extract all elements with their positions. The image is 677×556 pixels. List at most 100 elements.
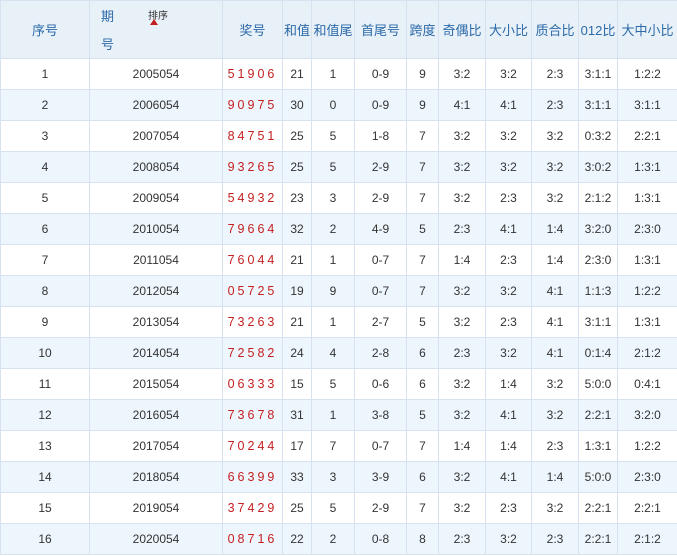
cell-head-tail: 0-7 [354,430,407,462]
cell-big-mid-small: 1:2:2 [617,58,677,90]
cell-big-mid-small: 1:3:1 [617,151,677,183]
cell-big-mid-small: 1:3:1 [617,182,677,214]
cell-prime-composite: 3:2 [531,368,579,400]
table-row: 16 2020054 08716 22 2 0-8 8 2:3 3:2 2:3 2:2:1 2:1:2 [0,523,677,555]
cell-odd-even: 1:4 [438,244,486,276]
cell-award-number: 06333 [222,368,283,400]
cell-odd-even: 4:1 [438,89,486,121]
cell-sum: 31 [282,399,312,431]
cell-sum: 21 [282,244,312,276]
cell-sum-tail: 2 [311,523,355,555]
cell-span: 9 [406,58,439,90]
cell-prime-composite: 2:3 [531,523,579,555]
table-row: 2 2006054 90975 30 0 0-9 9 4:1 4:1 2:3 3:1:1 3:1:1 [0,89,677,121]
cell-sum: 25 [282,120,312,152]
cell-sum-tail: 4 [311,337,355,369]
cell-award-number: 73678 [222,399,283,431]
cell-sum-tail: 7 [311,430,355,462]
cell-odd-even: 3:2 [438,182,486,214]
cell-award-number: 76044 [222,244,283,276]
cell-head-tail: 1-8 [354,120,407,152]
cell-prime-composite: 3:2 [531,182,579,214]
header-span: 跨度 [406,0,439,59]
cell-sum: 19 [282,275,312,307]
cell-period: 2009054 [89,182,223,214]
cell-head-tail: 2-8 [354,337,407,369]
cell-ratio-012: 0:1:4 [578,337,618,369]
cell-prime-composite: 3:2 [531,492,579,524]
cell-big-small: 1:4 [485,368,532,400]
cell-ratio-012: 1:3:1 [578,430,618,462]
cell-head-tail: 0-7 [354,275,407,307]
cell-odd-even: 3:2 [438,368,486,400]
cell-period: 2018054 [89,461,223,493]
cell-big-small: 3:2 [485,337,532,369]
cell-span: 8 [406,523,439,555]
cell-big-mid-small: 1:2:2 [617,275,677,307]
header-ratio-012: 012比 [578,0,618,59]
cell-odd-even: 3:2 [438,275,486,307]
cell-award-number: 05725 [222,275,283,307]
cell-span: 7 [406,120,439,152]
cell-odd-even: 3:2 [438,492,486,524]
cell-period: 2011054 [89,244,223,276]
cell-big-small: 3:2 [485,120,532,152]
cell-big-mid-small: 2:2:1 [617,492,677,524]
cell-sum: 33 [282,461,312,493]
cell-ratio-012: 2:1:2 [578,182,618,214]
cell-big-mid-small: 0:4:1 [617,368,677,400]
cell-prime-composite: 3:2 [531,151,579,183]
cell-big-small: 4:1 [485,461,532,493]
cell-big-small: 3:2 [485,151,532,183]
cell-period: 2005054 [89,58,223,90]
cell-award-number: 37429 [222,492,283,524]
cell-sum: 25 [282,151,312,183]
cell-head-tail: 0-9 [354,58,407,90]
cell-period: 2015054 [89,368,223,400]
cell-prime-composite: 4:1 [531,306,579,338]
cell-big-small: 3:2 [485,275,532,307]
cell-ratio-012: 3:1:1 [578,306,618,338]
cell-seq: 12 [0,399,90,431]
table-row: 10 2014054 72582 24 4 2-8 6 2:3 3:2 4:1 0:1:4 2:1:2 [0,337,677,369]
cell-odd-even: 3:2 [438,120,486,152]
table-row: 13 2017054 70244 17 7 0-7 7 1:4 1:4 2:3 1:3:1 1:2:2 [0,430,677,462]
cell-ratio-012: 2:2:1 [578,523,618,555]
cell-big-small: 2:3 [485,306,532,338]
lottery-history-table: 序号 期 号 排序 奖号 和值 和值尾 首尾号 跨度 奇偶比 大小比 质合比 0… [0,0,677,555]
cell-sum-tail: 1 [311,244,355,276]
cell-big-small: 2:3 [485,182,532,214]
table-row: 9 2013054 73263 21 1 2-7 5 3:2 2:3 4:1 3:1:1 1:3:1 [0,306,677,338]
cell-head-tail: 2-7 [354,306,407,338]
cell-award-number: 54932 [222,182,283,214]
cell-seq: 6 [0,213,90,245]
table-row: 8 2012054 05725 19 9 0-7 7 3:2 3:2 4:1 1:1:3 1:2:2 [0,275,677,307]
cell-head-tail: 0-9 [354,89,407,121]
cell-big-small: 3:2 [485,58,532,90]
cell-seq: 16 [0,523,90,555]
cell-prime-composite: 2:3 [531,89,579,121]
header-prime-composite: 质合比 [531,0,579,59]
cell-seq: 10 [0,337,90,369]
cell-award-number: 70244 [222,430,283,462]
cell-sum: 22 [282,523,312,555]
table-row: 3 2007054 84751 25 5 1-8 7 3:2 3:2 3:2 0:3:2 2:2:1 [0,120,677,152]
cell-period: 2019054 [89,492,223,524]
cell-big-small: 4:1 [485,399,532,431]
cell-span: 7 [406,492,439,524]
cell-big-small: 4:1 [485,213,532,245]
sort-up-arrow-icon[interactable] [150,19,158,25]
cell-sum: 23 [282,182,312,214]
cell-ratio-012: 3:1:1 [578,89,618,121]
cell-seq: 1 [0,58,90,90]
cell-sum: 24 [282,337,312,369]
cell-period: 2008054 [89,151,223,183]
cell-period: 2012054 [89,275,223,307]
cell-seq: 4 [0,151,90,183]
cell-sum-tail: 5 [311,492,355,524]
cell-span: 5 [406,399,439,431]
cell-head-tail: 0-6 [354,368,407,400]
cell-sum: 15 [282,368,312,400]
cell-odd-even: 1:4 [438,430,486,462]
cell-prime-composite: 1:4 [531,244,579,276]
